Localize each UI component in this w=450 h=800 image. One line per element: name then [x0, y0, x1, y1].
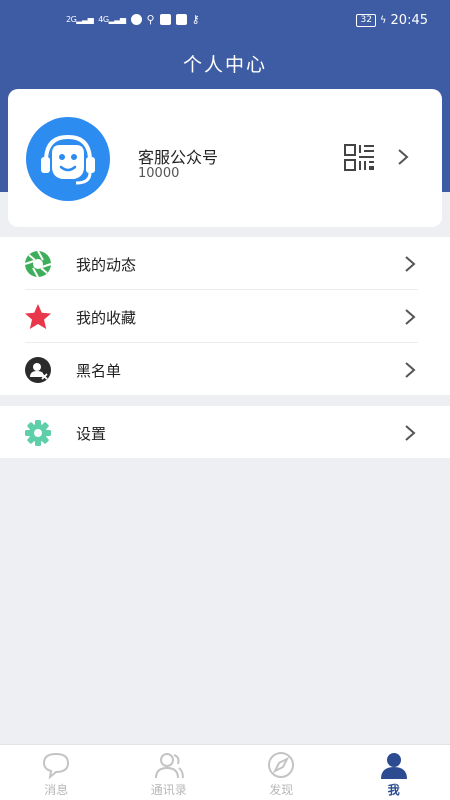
menu-group-settings: 设置 [0, 406, 450, 458]
profile-name: 客服公众号 [138, 148, 219, 167]
menu-item-label: 设置 [76, 425, 107, 443]
tab-label: 发现 [269, 783, 294, 797]
chevron-right-icon [405, 362, 416, 378]
menu-item-my-posts[interactable]: 我的动态 [0, 237, 450, 290]
battery-icon: 32 [356, 14, 376, 27]
message-icon [175, 14, 187, 25]
usb-icon: ⚲ [146, 13, 155, 26]
chevron-right-icon [405, 425, 416, 441]
chevron-right-icon [405, 256, 416, 272]
aperture-icon [24, 250, 52, 278]
contacts-icon [154, 753, 184, 779]
menu-item-label: 我的动态 [76, 256, 137, 274]
menu-item-label: 黑名单 [76, 362, 122, 380]
chevron-right-icon [398, 149, 409, 165]
page-title: 个人中心 [182, 54, 267, 76]
status-bar: 2G▂▃▅ 4G▂▃▅ ⚲ ⚷ 32 ϟ 20:45 [0, 0, 450, 40]
signal-icon-2: 4G▂▃▅ [98, 15, 126, 24]
menu-group: 我的动态 我的收藏 黑名单 [0, 237, 450, 395]
tab-label: 消息 [44, 783, 69, 797]
compass-icon [268, 752, 295, 778]
menu-item-label: 我的收藏 [76, 309, 137, 327]
profile-card[interactable]: 客服公众号 10000 [8, 89, 442, 227]
tab-label: 通讯录 [150, 783, 187, 797]
key-icon: ⚷ [191, 13, 200, 26]
menu-item-favorites[interactable]: 我的收藏 [0, 290, 450, 343]
tab-me[interactable]: 我 [338, 745, 450, 800]
status-icons-right: 32 ϟ 20:45 [356, 13, 428, 28]
charging-icon: ϟ [379, 15, 387, 26]
signal-icon: 2G▂▃▅ [66, 15, 94, 24]
notification-icon [159, 14, 171, 25]
headset-face-icon [41, 134, 95, 185]
tab-label: 我 [387, 783, 400, 797]
tab-messages[interactable]: 消息 [0, 745, 113, 800]
tab-contacts[interactable]: 通讯录 [113, 745, 226, 800]
eye-icon [130, 14, 142, 25]
clock: 20:45 [390, 13, 428, 28]
star-icon [25, 304, 51, 329]
menu-item-settings[interactable]: 设置 [0, 406, 450, 459]
chat-bubble-icon [43, 752, 70, 779]
chevron-right-icon [405, 309, 416, 325]
bottom-tab-bar: 消息 通讯录 发现 我 [0, 744, 450, 800]
person-icon [380, 753, 407, 779]
menu-item-blacklist[interactable]: 黑名单 [0, 343, 450, 396]
gear-icon [25, 420, 51, 446]
avatar[interactable] [26, 117, 110, 201]
qr-code-icon[interactable] [344, 144, 376, 172]
blocked-user-icon [25, 357, 51, 383]
profile-id: 10000 [138, 166, 180, 181]
tab-discover[interactable]: 发现 [225, 745, 338, 800]
status-icons-left: 2G▂▃▅ 4G▂▃▅ ⚲ ⚷ [66, 13, 200, 26]
